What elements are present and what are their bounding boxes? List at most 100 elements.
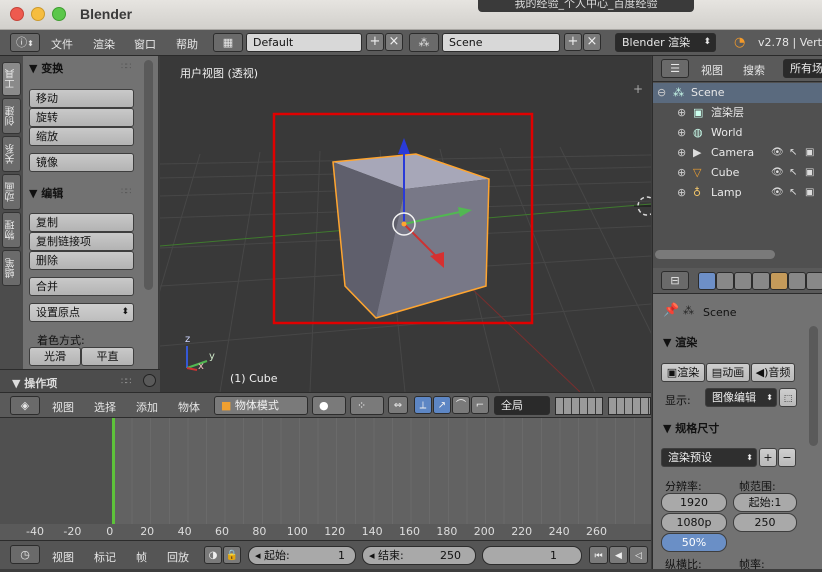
area-split-handle-icon[interactable]: + (633, 82, 643, 96)
outliner-editor-type-button[interactable]: ☰ (661, 59, 689, 78)
viewport-shading-dropdown[interactable]: ● (312, 396, 346, 415)
panel-pin-icon[interactable] (143, 374, 156, 387)
tab-grease-pencil[interactable]: 蜡笔 (2, 250, 21, 286)
pivot-point-dropdown[interactable]: ⁘ (350, 396, 384, 415)
add-screen-button[interactable]: + (366, 33, 384, 51)
render-camera-icon[interactable]: ▣ (805, 163, 814, 183)
set-origin-dropdown[interactable]: 设置原点 ⬍ (29, 303, 134, 322)
preview-range-button[interactable]: ◑ (204, 546, 222, 564)
render-camera-icon[interactable]: ▣ (805, 183, 814, 203)
3d-cursor[interactable] (634, 196, 651, 216)
eye-icon[interactable]: 👁 (771, 163, 784, 183)
menu-render[interactable]: 渲染 (93, 36, 115, 52)
screen-layout-button[interactable]: ▦ (213, 33, 243, 52)
menu-select[interactable]: 选择 (94, 399, 116, 415)
drag-handle-icon[interactable]: ∷∷ (121, 187, 132, 197)
outliner-row-world[interactable]: ⊕ ◍ World (653, 123, 822, 143)
rotate-manipulator-button[interactable]: ⌒ (452, 396, 470, 414)
frame-start-field[interactable]: 起始:1 (733, 493, 797, 512)
tab-relations[interactable]: 关系 (2, 136, 21, 172)
expand-icon[interactable]: ⊕ (677, 143, 686, 163)
constraints-tab-icon[interactable] (788, 272, 806, 290)
menu-search[interactable]: 搜索 (743, 62, 765, 78)
menu-marker[interactable]: 标记 (94, 549, 116, 565)
drag-handle-icon[interactable]: ∷∷ (121, 377, 132, 387)
delete-button[interactable]: 删除 (29, 251, 134, 270)
cursor-icon[interactable]: ↖ (789, 183, 797, 203)
outliner-row-渲染层[interactable]: ⊕ ▣ 渲染层 (653, 103, 822, 123)
render-layers-tab-icon[interactable] (716, 272, 734, 290)
viewport-editor-type-button[interactable]: ◈ (10, 396, 40, 415)
outliner-row-lamp[interactable]: ⊕ ♁ Lamp 👁 ↖ ▣ (653, 183, 822, 203)
render-camera-icon[interactable]: ▣ (805, 143, 814, 163)
object-tab-icon[interactable] (770, 272, 788, 290)
menu-add[interactable]: 添加 (136, 399, 158, 415)
cursor-icon[interactable]: ↖ (789, 143, 797, 163)
add-scene-button[interactable]: + (564, 33, 582, 51)
dimensions-panel-header[interactable]: ▼ 规格尺寸 (663, 420, 719, 436)
maximize-window-button[interactable] (52, 7, 66, 21)
transform-panel-header[interactable]: ▼ 变换 (29, 60, 63, 76)
play-reverse-button[interactable]: ◁ (629, 546, 648, 564)
expand-icon[interactable]: ⊕ (677, 123, 686, 143)
edit-panel-header[interactable]: ▼ 编辑 (29, 185, 63, 201)
render-animation-button[interactable]: ▤动画 (706, 363, 750, 382)
timeline-ruler[interactable]: -40 -20 0 20 40 60 80 100 120 140 160 180 200 220 240 2… (0, 524, 651, 540)
tool-shelf-scrollbar[interactable] (144, 60, 153, 290)
current-frame-field[interactable]: 1 (482, 546, 582, 565)
expand-icon[interactable]: ⊕ (677, 163, 686, 183)
menu-file[interactable]: 文件 (51, 36, 73, 52)
eye-icon[interactable]: 👁 (771, 143, 784, 163)
info-editor-type-button[interactable]: ⓘ⬍ (10, 33, 40, 52)
resolution-y-field[interactable]: 1080p (661, 513, 727, 532)
operator-panel-header[interactable]: ▼ 操作项 (12, 375, 57, 391)
resolution-percentage-slider[interactable]: 50% (661, 533, 727, 552)
layer-buttons-a[interactable] (555, 397, 603, 415)
display-mode-dropdown[interactable]: 所有场 (783, 59, 822, 78)
resolution-x-field[interactable]: 1920 (661, 493, 727, 512)
current-frame-indicator[interactable] (112, 418, 115, 524)
render-panel-header[interactable]: ▼ 渲染 (663, 334, 697, 350)
timeline-editor-type-button[interactable]: ◷ (10, 545, 40, 564)
render-audio-button[interactable]: ◀)音频 (751, 363, 795, 382)
close-window-button[interactable] (10, 7, 24, 21)
scene-tab-icon[interactable] (734, 272, 752, 290)
delete-scene-button[interactable]: × (583, 33, 601, 51)
manipulator-toggle-button[interactable]: ⟂ (414, 396, 432, 414)
eye-icon[interactable]: 👁 (771, 183, 784, 203)
proportional-edit-button[interactable]: ⇔ (388, 396, 408, 414)
pin-icon[interactable]: 📌 (663, 303, 679, 318)
tab-physics[interactable]: 物理 (2, 212, 21, 248)
duplicate-linked-button[interactable]: 复制链接项 (29, 232, 134, 251)
menu-playback[interactable]: 回放 (167, 549, 189, 565)
3d-viewport[interactable]: 用户视图 (透视) z y x (1) Cube + (160, 56, 651, 392)
menu-frame[interactable]: 帧 (136, 549, 147, 565)
start-frame-field[interactable]: ◂ 起始: 1 (248, 546, 356, 565)
join-button[interactable]: 合并 (29, 277, 134, 296)
translate-manipulator-button[interactable]: ↗ (433, 396, 451, 414)
collapse-icon[interactable]: ⊖ (657, 83, 666, 103)
drag-handle-icon[interactable]: ∷∷ (121, 62, 132, 72)
render-engine-dropdown[interactable]: Blender 渲染 ⬍ (615, 33, 716, 52)
transform-orientation-dropdown[interactable]: 全局 (494, 396, 550, 415)
lock-range-button[interactable]: 🔒 (223, 546, 241, 564)
render-presets-dropdown[interactable]: 渲染预设 ⬍ (661, 448, 757, 467)
tab-tools[interactable]: 工具 (2, 62, 21, 96)
end-frame-field[interactable]: ◂ 结束: 250 (362, 546, 476, 565)
display-mode-dropdown[interactable]: 图像编辑 ⬍ (705, 388, 777, 407)
scale-button[interactable]: 缩放 (29, 127, 134, 146)
translate-button[interactable]: 移动 (29, 89, 134, 108)
add-preset-button[interactable]: + (759, 448, 777, 467)
outliner-row-cube[interactable]: ⊕ ▽ Cube 👁 ↖ ▣ (653, 163, 822, 183)
interaction-mode-dropdown[interactable]: ■ 物体模式 (214, 396, 308, 415)
shade-flat-button[interactable]: 平直 (81, 347, 134, 366)
expand-icon[interactable]: ⊕ (677, 103, 686, 123)
mirror-button[interactable]: 镜像 (29, 153, 134, 172)
properties-editor-type-button[interactable]: ⊟ (661, 271, 689, 290)
menu-timeline-view[interactable]: 视图 (52, 549, 74, 565)
scene-field[interactable]: Scene (442, 33, 560, 52)
outliner-row-camera[interactable]: ⊕ ▶ Camera 👁 ↖ ▣ (653, 143, 822, 163)
scale-manipulator-button[interactable]: ⌐ (471, 396, 489, 414)
modifiers-tab-icon[interactable] (806, 272, 822, 290)
remove-preset-button[interactable]: − (778, 448, 796, 467)
